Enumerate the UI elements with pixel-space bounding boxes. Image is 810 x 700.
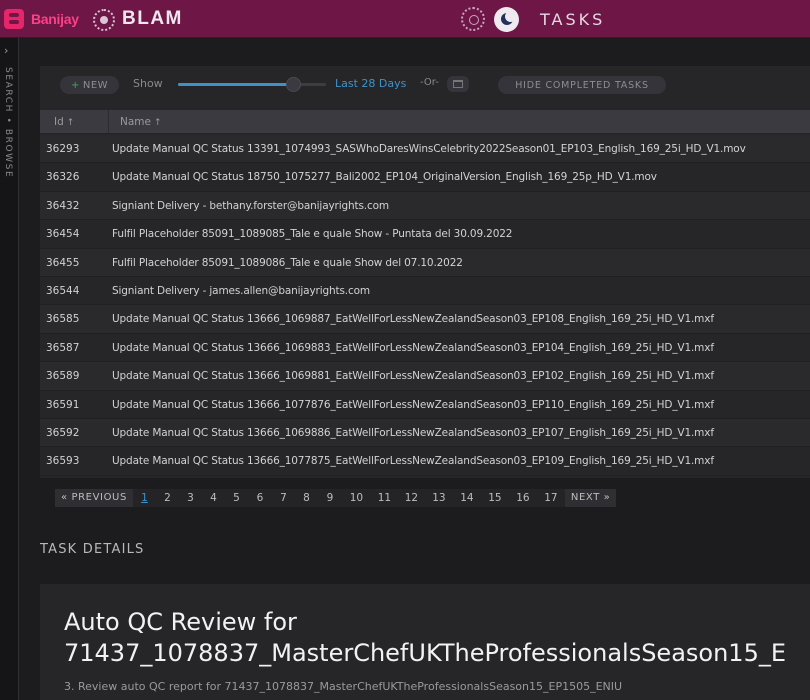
page-link-13[interactable]: 13	[425, 489, 453, 507]
task-id-cell: 36587	[46, 341, 80, 354]
next-page-button[interactable]: NEXT »	[564, 489, 617, 507]
task-id-cell: 36591	[46, 398, 80, 411]
search-browse-rail[interactable]: › SEARCH • BROWSE	[0, 38, 19, 700]
page-link-7[interactable]: 7	[272, 489, 295, 507]
task-table: 36293 Update Manual QC Status 13391_10749…	[40, 135, 810, 476]
page-link-8[interactable]: 8	[295, 489, 318, 507]
top-bar: Banijay BLAM TASKS	[0, 0, 810, 38]
task-name-cell: Update Manual QC Status 13666_1077875_Ea…	[112, 455, 714, 468]
table-row[interactable]: 36589 Update Manual QC Status 13666_10698…	[40, 362, 810, 391]
task-id-cell: 36544	[46, 284, 80, 297]
task-name-cell: Signiant Delivery - james.allen@banijayr…	[112, 284, 370, 297]
task-name-cell: Update Manual QC Status 13666_1069881_Ea…	[112, 370, 714, 383]
calendar-icon	[453, 80, 463, 88]
previous-page-button[interactable]: « PREVIOUS	[55, 489, 133, 507]
theme-toggle-button[interactable]	[494, 7, 519, 32]
task-toolbar: + NEW Show Last 28 Days -Or- HIDE COMPLE…	[40, 66, 810, 106]
table-header: Id ↑ Name ↑	[40, 110, 810, 133]
show-label: Show	[133, 77, 163, 90]
page-link-3[interactable]: 3	[179, 489, 202, 507]
task-details-heading: TASK DETAILS	[40, 542, 145, 557]
table-row[interactable]: 36293 Update Manual QC Status 13391_10749…	[40, 135, 810, 164]
page-link-9[interactable]: 9	[318, 489, 342, 507]
new-task-label: NEW	[82, 79, 109, 91]
column-header-name[interactable]: Name ↑	[120, 116, 162, 128]
chevron-right-icon[interactable]: ›	[4, 44, 8, 57]
table-row[interactable]: 36593 Update Manual QC Status 13666_10778…	[40, 447, 810, 476]
task-name-cell: Fulfil Placeholder 85091_1089086_Tale e …	[112, 256, 463, 269]
table-row[interactable]: 36454 Fulfil Placeholder 85091_1089085_Ta…	[40, 220, 810, 249]
page-link-14[interactable]: 14	[453, 489, 481, 507]
task-name-cell: Signiant Delivery - bethany.forster@bani…	[112, 199, 389, 212]
table-row[interactable]: 36544 Signiant Delivery - james.allen@ban…	[40, 276, 810, 306]
page-link-11[interactable]: 11	[371, 489, 398, 507]
page-link-16[interactable]: 16	[509, 489, 537, 507]
date-picker-button[interactable]	[447, 76, 469, 92]
page-link-5[interactable]: 5	[225, 489, 248, 507]
task-id-cell: 36293	[46, 143, 80, 155]
table-row[interactable]: 36585 Update Manual QC Status 13666_10698…	[40, 305, 810, 334]
task-name-cell: Update Manual QC Status 13666_1069883_Ea…	[112, 341, 714, 354]
task-name-cell: Fulfil Placeholder 85091_1089085_Tale e …	[112, 228, 513, 241]
task-name-cell: Update Manual QC Status 13666_1077876_Ea…	[112, 398, 714, 411]
app-name[interactable]: BLAM	[122, 8, 183, 30]
page-link-4[interactable]: 4	[202, 489, 225, 507]
hide-completed-tasks-button[interactable]: HIDE COMPLETED TASKS	[498, 76, 666, 94]
task-id-cell: 36455	[46, 256, 80, 269]
task-id-cell: 36585	[46, 313, 80, 326]
date-range-slider[interactable]	[178, 77, 326, 92]
table-row[interactable]: 36591 Update Manual QC Status 13666_10778…	[40, 390, 810, 419]
task-id-cell: 36593	[46, 455, 80, 468]
page-link-2[interactable]: 2	[156, 489, 179, 507]
table-row[interactable]: 36326 Update Manual QC Status 18750_10752…	[40, 163, 810, 192]
slider-handle[interactable]	[286, 77, 302, 92]
task-id-cell: 36326	[46, 171, 80, 184]
new-task-button[interactable]: + NEW	[60, 76, 119, 94]
page-link-12[interactable]: 12	[398, 489, 425, 507]
task-details-description: 3. Review auto QC report for 71437_10788…	[64, 680, 623, 693]
brand-name[interactable]: Banijay	[31, 11, 79, 27]
table-row[interactable]: 36587 Update Manual QC Status 13666_10698…	[40, 333, 810, 363]
plus-icon: +	[70, 79, 80, 91]
page-link-10[interactable]: 10	[342, 489, 371, 507]
table-row[interactable]: 36455 Fulfil Placeholder 85091_1089086_Ta…	[40, 248, 810, 277]
page-link-1[interactable]: 1	[133, 489, 156, 507]
task-id-cell: 36432	[46, 199, 80, 212]
table-row[interactable]: 36432 Signiant Delivery - bethany.forster…	[40, 191, 810, 221]
task-details-title: Auto QC Review for	[64, 608, 297, 636]
moon-icon	[501, 11, 516, 25]
task-id-cell: 36454	[46, 228, 80, 241]
gear-icon[interactable]	[461, 7, 485, 31]
date-range-value: Last 28 Days	[335, 77, 407, 90]
sort-ascending-icon[interactable]: ↑	[154, 118, 162, 128]
task-name-cell: Update Manual QC Status 13391_1074993_SA…	[112, 143, 746, 155]
blam-logo-icon[interactable]	[93, 9, 115, 31]
table-row[interactable]: 36592 Update Manual QC Status 13666_10698…	[40, 418, 810, 448]
task-name-cell: Update Manual QC Status 13666_1069886_Ea…	[112, 426, 714, 439]
task-details-title-filename: 71437_1078837_MasterChefUKTheProfessiona…	[64, 639, 787, 667]
rail-label: SEARCH • BROWSE	[3, 67, 13, 179]
column-divider[interactable]	[108, 110, 109, 133]
sort-ascending-icon[interactable]: ↑	[67, 118, 75, 128]
page-title: TASKS	[540, 10, 606, 29]
banijay-logo-icon[interactable]	[4, 9, 24, 29]
task-panel: + NEW Show Last 28 Days -Or- HIDE COMPLE…	[40, 66, 810, 507]
column-header-id[interactable]: Id ↑	[54, 116, 74, 128]
page-link-15[interactable]: 15	[481, 489, 509, 507]
page-link-6[interactable]: 6	[248, 489, 272, 507]
task-id-cell: 36592	[46, 426, 80, 439]
task-details-card: Auto QC Review for 71437_1078837_MasterC…	[40, 584, 810, 700]
page-link-17[interactable]: 17	[537, 489, 565, 507]
task-name-cell: Update Manual QC Status 13666_1069887_Ea…	[112, 313, 714, 326]
pagination: « PREVIOUS 1 2 3 4 5 6 7 8 9 10 11 12 13 14 15 16 17 NEX…	[55, 489, 617, 507]
slider-fill	[178, 83, 294, 86]
or-label: -Or-	[420, 77, 439, 88]
task-id-cell: 36589	[46, 370, 80, 383]
task-name-cell: Update Manual QC Status 18750_1075277_Ba…	[112, 171, 657, 184]
